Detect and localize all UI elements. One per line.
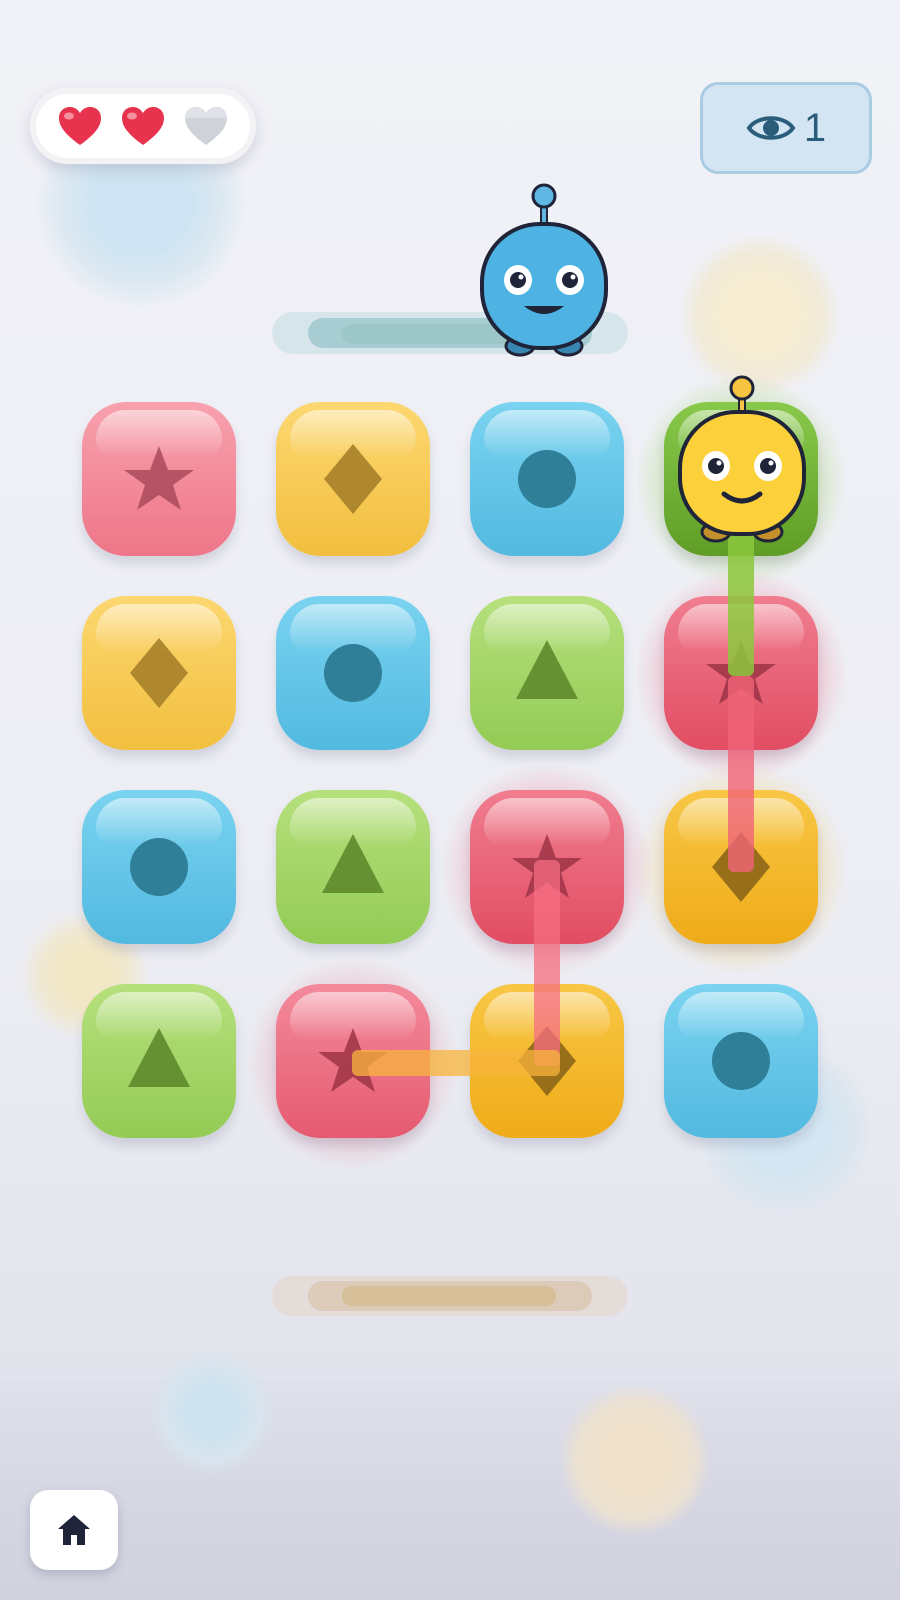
lives-panel bbox=[30, 88, 256, 164]
home-button[interactable] bbox=[30, 1490, 118, 1570]
heart-icon bbox=[121, 107, 164, 145]
peek-button[interactable]: 1 bbox=[700, 82, 872, 174]
eye-icon bbox=[746, 116, 796, 140]
tile-blue-circle[interactable] bbox=[470, 402, 624, 556]
decor-bubble bbox=[680, 235, 840, 395]
circle-icon bbox=[130, 838, 188, 896]
decor-bubble bbox=[560, 1385, 710, 1535]
tile-blue-circle[interactable] bbox=[664, 984, 818, 1138]
path-segment-orange bbox=[352, 1050, 560, 1076]
tile-blue-circle[interactable] bbox=[82, 790, 236, 944]
tile-yellow-diamond[interactable] bbox=[276, 402, 430, 556]
path-segment-red bbox=[728, 676, 754, 872]
diamond-icon bbox=[130, 638, 188, 708]
peek-count: 1 bbox=[803, 105, 827, 150]
star-icon bbox=[124, 446, 194, 510]
heart-empty-icon bbox=[185, 107, 228, 145]
decor-bubble bbox=[150, 1350, 274, 1474]
circle-icon bbox=[518, 450, 576, 508]
triangle-icon bbox=[128, 1028, 190, 1087]
tile-green-triangle[interactable] bbox=[82, 984, 236, 1138]
goal-pad-core bbox=[342, 1286, 556, 1306]
tile-yellow-diamond[interactable] bbox=[82, 596, 236, 750]
circle-icon bbox=[712, 1032, 770, 1090]
footer-band bbox=[0, 1380, 900, 1600]
yellow-robot-character[interactable] bbox=[672, 372, 812, 562]
blue-robot-character[interactable] bbox=[474, 180, 614, 366]
path-segment-red bbox=[534, 860, 560, 1066]
tile-pink-star[interactable] bbox=[82, 402, 236, 556]
home-icon bbox=[58, 1515, 90, 1545]
triangle-icon bbox=[516, 640, 578, 699]
circle-icon bbox=[324, 644, 382, 702]
tile-green-triangle[interactable] bbox=[276, 790, 430, 944]
diamond-icon bbox=[324, 444, 382, 514]
heart-icon bbox=[58, 107, 101, 145]
tile-green-triangle[interactable] bbox=[470, 596, 624, 750]
tile-blue-circle[interactable] bbox=[276, 596, 430, 750]
triangle-icon bbox=[322, 834, 384, 893]
